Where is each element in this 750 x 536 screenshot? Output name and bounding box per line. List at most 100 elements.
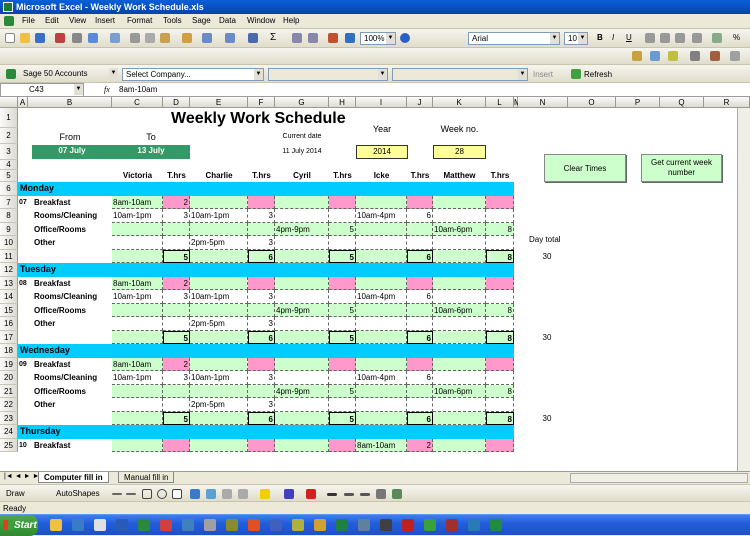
time-cell[interactable]: 10am-1pm xyxy=(190,209,248,223)
review-icon[interactable] xyxy=(668,51,678,61)
excel-icon[interactable] xyxy=(138,519,150,531)
wordart-icon[interactable] xyxy=(190,489,200,499)
select-all-corner[interactable] xyxy=(0,97,18,108)
total-hours-cell[interactable]: 5 xyxy=(329,411,356,425)
italic-button[interactable]: I xyxy=(612,33,614,42)
time-cell[interactable]: 10am-4pm xyxy=(356,209,407,223)
hours-cell[interactable] xyxy=(486,290,514,304)
page-title[interactable]: Weekly Work Schedule xyxy=(170,110,370,128)
time-cell[interactable]: 10am-4pm xyxy=(356,371,407,385)
diagram-icon[interactable] xyxy=(206,489,216,499)
undo-icon[interactable] xyxy=(202,33,212,43)
folder-icon[interactable] xyxy=(204,519,216,531)
hours-cell[interactable]: 3 xyxy=(248,209,275,223)
week-value[interactable]: 28 xyxy=(433,145,486,159)
column-header-h[interactable]: H xyxy=(329,97,356,108)
autosum-icon[interactable]: Σ xyxy=(270,32,276,43)
hours-cell[interactable] xyxy=(248,276,275,290)
time-cell[interactable]: 8am-10am xyxy=(356,438,407,452)
fill-color-icon[interactable] xyxy=(260,489,270,499)
clear-times-button[interactable]: Clear Times xyxy=(544,154,626,182)
time-cell[interactable]: 10am-1pm xyxy=(190,371,248,385)
time-cell[interactable] xyxy=(433,276,486,290)
paste-icon[interactable] xyxy=(160,33,170,43)
total-hours-cell[interactable]: 6 xyxy=(248,249,275,263)
merge-center-icon[interactable] xyxy=(692,33,702,43)
font-size-select[interactable]: 10 ▼ xyxy=(564,32,588,45)
row-header-25[interactable]: 25 xyxy=(0,438,18,452)
time-cell[interactable] xyxy=(112,384,163,398)
line-color-icon[interactable] xyxy=(284,489,294,499)
time-cell[interactable]: 10am-1pm xyxy=(112,371,163,385)
time-cell[interactable] xyxy=(112,222,163,236)
save-icon[interactable] xyxy=(35,33,45,43)
cut-icon[interactable] xyxy=(130,33,140,43)
time-cell[interactable] xyxy=(356,276,407,290)
time-cell[interactable] xyxy=(433,195,486,209)
hours-cell[interactable] xyxy=(407,222,433,236)
tab-scroll-icon[interactable]: |◄ ◄ ► ►| xyxy=(4,473,41,480)
time-cell[interactable]: 10am-6pm xyxy=(433,384,486,398)
row-header-14[interactable]: 14 xyxy=(0,290,18,304)
row-header-6[interactable]: 6 xyxy=(0,182,18,196)
row-header-21[interactable]: 21 xyxy=(0,384,18,398)
menu-window[interactable]: Window xyxy=(247,16,275,25)
time-cell[interactable]: 10am-1pm xyxy=(112,290,163,304)
hours-cell[interactable] xyxy=(486,276,514,290)
row-header-8[interactable]: 8 xyxy=(0,209,18,223)
get-week-number-button[interactable]: Get current week number xyxy=(641,154,722,182)
row-header-12[interactable]: 12 xyxy=(0,263,18,277)
row-header-18[interactable]: 18 xyxy=(0,344,18,358)
redo-icon[interactable] xyxy=(225,33,235,43)
time-cell[interactable]: 4pm-9pm xyxy=(275,384,329,398)
hours-cell[interactable]: 3 xyxy=(163,290,190,304)
time-cell[interactable] xyxy=(356,398,407,412)
refresh-icon[interactable] xyxy=(490,519,502,531)
hours-cell[interactable]: 5 xyxy=(329,384,356,398)
hours-cell[interactable] xyxy=(329,276,356,290)
column-header-g[interactable]: G xyxy=(275,97,329,108)
open-icon[interactable] xyxy=(20,33,30,43)
align-center-icon[interactable] xyxy=(660,33,670,43)
row-header-16[interactable]: 16 xyxy=(0,317,18,331)
align-left-icon[interactable] xyxy=(645,33,655,43)
time-cell[interactable] xyxy=(275,357,329,371)
drawing-icon[interactable] xyxy=(345,33,355,43)
help-icon[interactable] xyxy=(400,33,410,43)
hours-cell[interactable] xyxy=(486,438,514,452)
time-cell[interactable] xyxy=(356,357,407,371)
total-hours-cell[interactable]: 8 xyxy=(486,330,514,344)
total-hours-cell[interactable]: 8 xyxy=(486,249,514,263)
hours-cell[interactable]: 8 xyxy=(486,222,514,236)
column-header-b[interactable]: B xyxy=(28,97,112,108)
refresh-icon[interactable] xyxy=(571,69,581,79)
hours-cell[interactable] xyxy=(329,438,356,452)
autoshapes-menu[interactable]: AutoShapes xyxy=(56,489,100,498)
column-header-k[interactable]: K xyxy=(433,97,486,108)
time-cell[interactable] xyxy=(433,209,486,223)
print-preview-icon[interactable] xyxy=(88,33,98,43)
menu-edit[interactable]: Edit xyxy=(45,16,59,25)
hours-cell[interactable] xyxy=(486,317,514,331)
arrow-icon[interactable] xyxy=(126,493,136,495)
time-cell[interactable] xyxy=(356,303,407,317)
time-cell[interactable] xyxy=(433,290,486,304)
hours-cell[interactable] xyxy=(248,438,275,452)
time-cell[interactable] xyxy=(190,303,248,317)
sage-field-2[interactable]: ▼ xyxy=(392,68,528,81)
time-cell[interactable] xyxy=(356,317,407,331)
reply-icon[interactable] xyxy=(710,51,720,61)
time-cell[interactable] xyxy=(356,195,407,209)
time-cell[interactable] xyxy=(112,398,163,412)
time-cell[interactable] xyxy=(190,276,248,290)
row-header-23[interactable]: 23 xyxy=(0,411,18,425)
column-header-l[interactable]: L xyxy=(486,97,514,108)
hours-cell[interactable] xyxy=(329,236,356,250)
explorer-icon[interactable] xyxy=(50,519,62,531)
row-header-9[interactable]: 9 xyxy=(0,222,18,236)
hours-cell[interactable]: 3 xyxy=(163,209,190,223)
time-cell[interactable]: 10am-4pm xyxy=(356,290,407,304)
comment-icon[interactable] xyxy=(632,51,642,61)
calc-icon[interactable] xyxy=(292,519,304,531)
time-cell[interactable]: 8am-10am xyxy=(112,357,163,371)
